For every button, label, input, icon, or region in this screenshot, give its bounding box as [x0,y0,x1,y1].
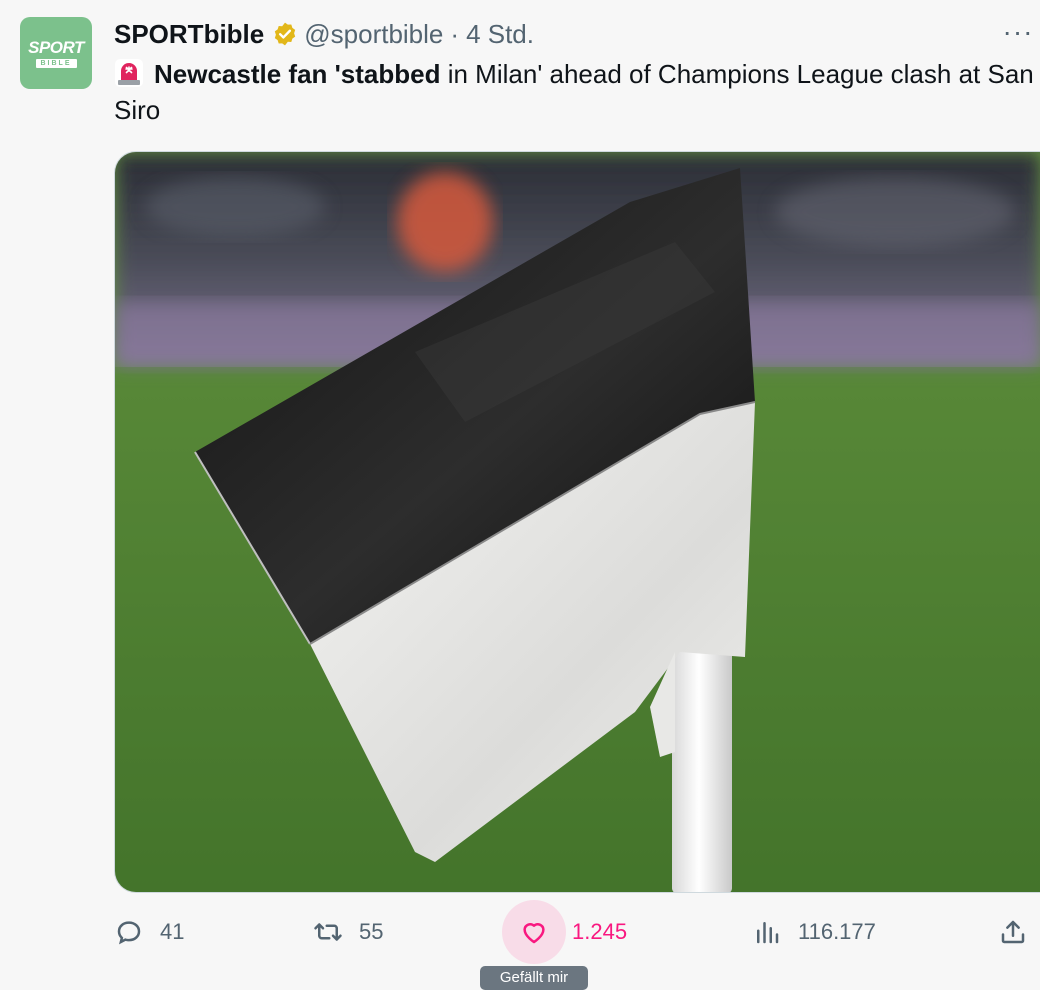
corner-flag-photo [115,152,1040,892]
like-button[interactable]: 1.245 [502,900,627,964]
separator-dot: · [450,18,460,49]
reply-button[interactable]: 41 [114,900,184,964]
verified-badge-icon [275,22,296,46]
like-count: 1.245 [572,919,628,944]
tweet-timestamp[interactable]: 4 Std. [466,19,534,50]
more-options-button[interactable]: ··· [1000,18,1036,52]
share-upload-icon [1001,920,1025,944]
avatar-subtitle: BIBLE [35,58,77,68]
reply-count: 41 [160,919,185,944]
like-hover-circle[interactable] [502,900,566,964]
share-button[interactable] [998,900,1028,964]
author-handle[interactable]: @sportbible [304,19,443,50]
retweet-icon [314,923,342,941]
avatar-wordmark: SPORT [28,37,84,57]
author-name[interactable]: SPORTbible [114,19,264,50]
like-tooltip: Gefällt mir [480,966,588,990]
tweet-text: Newcastle fan 'stabbed in Milan' ahead o… [114,56,1034,128]
avatar[interactable]: SPORT BIBLE [20,17,92,89]
heart-icon [523,923,545,944]
rotating-light-icon [115,59,143,87]
tweet-actions: 41 55 1.245 116.177 [0,900,1040,970]
reply-icon [117,921,141,945]
retweet-count: 55 [359,919,384,944]
views-chart-icon [757,922,779,944]
views-button[interactable]: 116.177 [752,900,876,964]
views-count: 116.177 [798,919,876,944]
tweet-text-bold: Newcastle fan 'stabbed [154,59,441,89]
retweet-button[interactable]: 55 [313,900,383,964]
tweet-header: SPORTbible @sportbible · 4 Std. [114,16,534,52]
tweet-media-image[interactable] [114,151,1040,893]
